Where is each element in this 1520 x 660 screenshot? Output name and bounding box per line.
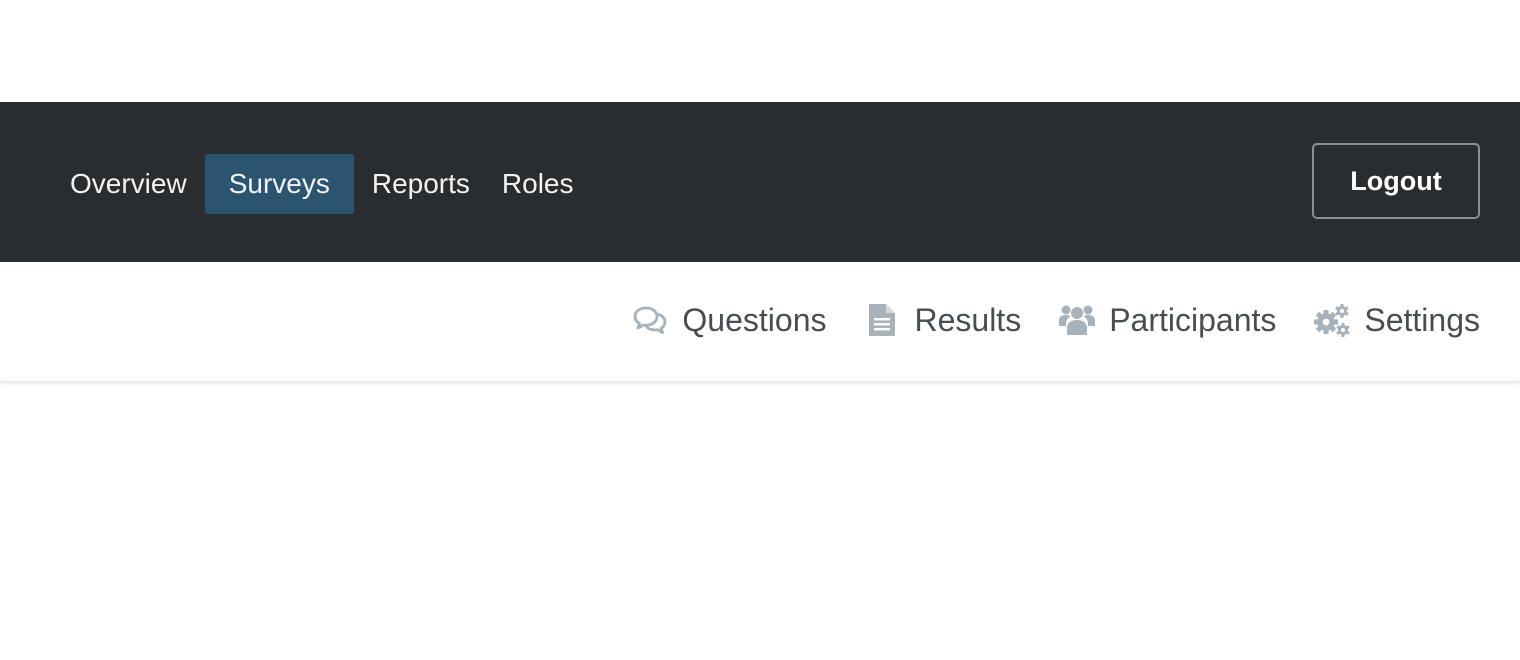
- subnav-label: Settings: [1364, 301, 1480, 338]
- nav-item-reports[interactable]: Reports: [354, 154, 488, 214]
- nav-item-surveys[interactable]: Surveys: [204, 154, 354, 214]
- gears-icon: [1314, 302, 1350, 338]
- subnav-item-results[interactable]: Results: [864, 302, 1021, 339]
- subnav-item-questions[interactable]: Questions: [632, 302, 826, 339]
- subnav-label: Questions: [682, 301, 827, 338]
- nav-item-overview[interactable]: Overview: [52, 154, 205, 214]
- top-spacer: [0, 0, 1520, 102]
- main-nav: Overview Surveys Reports Roles: [52, 154, 588, 214]
- logout-button[interactable]: Logout: [1312, 143, 1480, 219]
- subnav-items: Questions Results Participants Settings: [632, 290, 1480, 350]
- subnav-label: Results: [914, 301, 1022, 338]
- page-content: [0, 382, 1520, 660]
- sub-navbar: Questions Results Participants Settings: [0, 262, 1520, 382]
- main-navbar: Overview Surveys Reports Roles Logout: [0, 102, 1520, 262]
- document-icon: [864, 302, 900, 338]
- subnav-item-participants[interactable]: Participants: [1059, 302, 1276, 339]
- subnav-item-settings[interactable]: Settings: [1314, 302, 1480, 339]
- nav-item-roles[interactable]: Roles: [488, 154, 588, 214]
- users-icon: [1059, 302, 1096, 338]
- subnav-label: Participants: [1109, 301, 1277, 338]
- comments-icon: [632, 302, 668, 338]
